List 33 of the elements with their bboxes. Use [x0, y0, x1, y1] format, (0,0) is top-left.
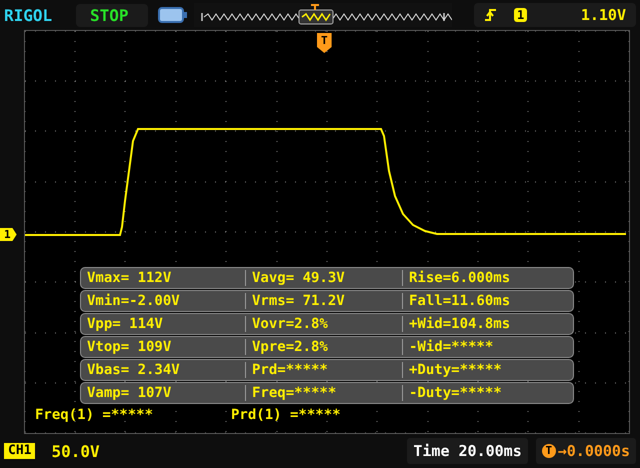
measurement-reading: Vmax= 112V	[86, 270, 172, 286]
trigger-badge: T	[542, 444, 556, 458]
brand-label: RIGOL	[4, 6, 54, 24]
measurement-reading: Vrms= 71.2V	[245, 293, 402, 309]
measurement-reading: -Wid=*****	[402, 339, 559, 355]
timebase-reading: Time 20.00ms	[407, 438, 528, 464]
channel-marker: 1	[0, 228, 17, 241]
measurement-reading: Vmin=-2.00V	[86, 293, 181, 309]
trigger-level: 1.10V	[580, 6, 626, 24]
measurement-reading: -Duty=*****	[402, 385, 559, 401]
measurement-reading: Vpp= 114V	[86, 316, 164, 332]
measurement-reading: Vavg= 49.3V	[245, 270, 402, 286]
measurement-reading: Vbas= 2.34V	[86, 362, 181, 378]
measurement-reading: Vamp= 107V	[86, 385, 172, 401]
trigger-offset: →0.0000s	[558, 442, 630, 460]
trigger-position-marker: T	[317, 33, 332, 53]
trigger-source-badge: 1	[514, 8, 528, 22]
rising-edge-icon	[484, 8, 498, 22]
vertical-scale: 50.0V	[51, 442, 100, 460]
counter-reading: Freq(1) =*****	[35, 407, 154, 423]
measurement-reading: Prd=*****	[245, 362, 402, 378]
measurement-reading: Fall=11.60ms	[402, 293, 559, 309]
counter-reading: Prd(1) =*****	[231, 407, 342, 423]
memory-depth-icon	[158, 7, 188, 23]
channel-badge: CH1	[4, 443, 36, 459]
measurement-reading: Vpre=2.8%	[245, 339, 402, 355]
measurement-reading: Vtop= 109V	[86, 339, 172, 355]
measurement-reading: Freq=*****	[245, 385, 402, 401]
measurement-reading: Vovr=2.8%	[245, 316, 402, 332]
run-state-indicator: STOP	[76, 4, 148, 26]
measurement-reading: +Duty=*****	[402, 362, 559, 378]
measurement-reading: Rise=6.000ms	[402, 270, 559, 286]
measurement-reading: +Wid=104.8ms	[402, 316, 559, 332]
